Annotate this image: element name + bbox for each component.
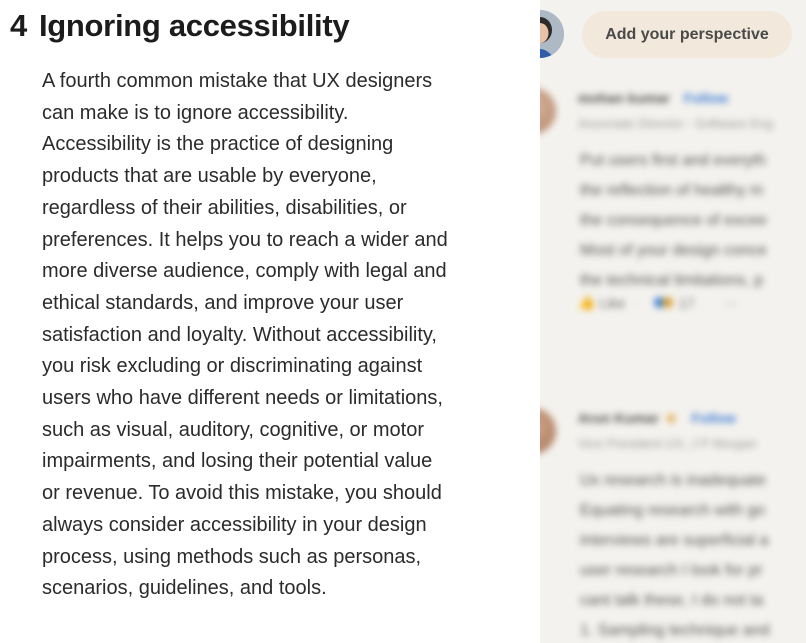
comment-actions: 👍 Like · 17 ··· <box>578 294 738 311</box>
like-button[interactable]: Like <box>599 295 625 311</box>
comment-line: Ux research is inadequate <box>580 472 766 489</box>
comment-line: the consequence of excee <box>580 212 767 229</box>
commenter-headline: Associate Director - Software Eng <box>578 116 774 131</box>
separator-dot: · <box>635 294 640 311</box>
commenter-headline: Vice President UX, J P Morgan <box>578 436 757 451</box>
article-body: A fourth common mistake that UX designer… <box>42 70 448 600</box>
comment-line: user research I look for pr <box>580 562 763 579</box>
comment-line: 1. Sampling technique and <box>580 622 770 639</box>
like-icon[interactable]: 👍 <box>578 294 595 311</box>
comment-line: Put users first and everyth <box>580 152 766 169</box>
follow-link[interactable]: Follow <box>691 410 735 426</box>
badge-icon: ★ <box>664 410 678 426</box>
commenter-avatar[interactable] <box>540 88 556 134</box>
comment-line: the reflection of healthy m <box>580 182 764 199</box>
comment-line: interviews are superficial a <box>580 532 769 549</box>
section-title: Ignoring accessibility <box>38 8 350 43</box>
comment-line: Equating research with go <box>580 502 765 519</box>
add-perspective-button[interactable]: Add your perspective <box>582 11 792 58</box>
comment-text: Ux research is inadequate Equating resea… <box>580 466 769 643</box>
comment-text: Put users first and everyth the reflecti… <box>580 146 767 296</box>
article-section: 4 Ignoring accessibility A fourth common … <box>0 0 540 643</box>
user-photo-icon <box>540 10 564 58</box>
current-user-avatar[interactable] <box>540 10 564 58</box>
commenter-avatar[interactable] <box>540 408 556 454</box>
commenter-name-row: Arun Kumar ★ Follow <box>578 410 736 427</box>
comment-line: the technical limitations, p <box>580 272 764 289</box>
contributions-sidebar: Add your perspective mohan kumar Follow A… <box>540 0 806 643</box>
more-options-icon[interactable]: ··· <box>724 295 738 311</box>
comment-line: Most of your design conce <box>580 242 767 259</box>
commenter-name-row: mohan kumar Follow <box>578 90 728 106</box>
comment-line: cant talk these, I do not ta <box>580 592 764 609</box>
reaction-count[interactable]: 17 <box>679 295 695 311</box>
commenter-name[interactable]: Arun Kumar <box>578 410 659 426</box>
follow-link[interactable]: Follow <box>684 90 728 106</box>
commenter-name[interactable]: mohan kumar <box>578 90 670 106</box>
reactions-icon[interactable] <box>653 297 673 308</box>
section-heading: 4 Ignoring accessibility <box>10 8 350 44</box>
section-number: 4 <box>10 8 27 43</box>
